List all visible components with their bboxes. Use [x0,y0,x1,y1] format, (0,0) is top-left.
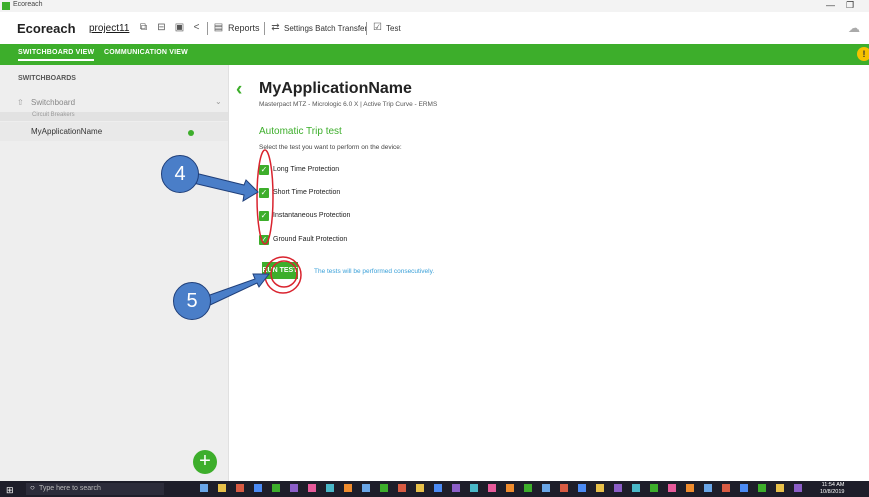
search-icon: ○ [30,483,35,492]
step-badge: 4 [161,155,199,193]
annotation-overlay [192,149,302,306]
clock-date: 10/8/2019 [820,489,845,495]
os-taskbar: ⊞ ○ Type here to search 11:54 AM 10/8/20… [0,481,869,497]
taskbar-clock[interactable]: 11:54 AM 10/8/2019 [820,482,844,496]
taskbar-app-icons[interactable] [200,484,820,494]
annotation-arrow [192,172,259,202]
taskbar-search-placeholder: Type here to search [39,485,101,492]
clock-time: 11:54 AM [821,482,845,488]
annotation-arrow [206,273,271,306]
step-badge: 5 [173,282,211,320]
windows-start-icon[interactable]: ⊞ [6,485,14,496]
annotation-circle [270,260,298,288]
annotation-ellipse [256,149,274,245]
